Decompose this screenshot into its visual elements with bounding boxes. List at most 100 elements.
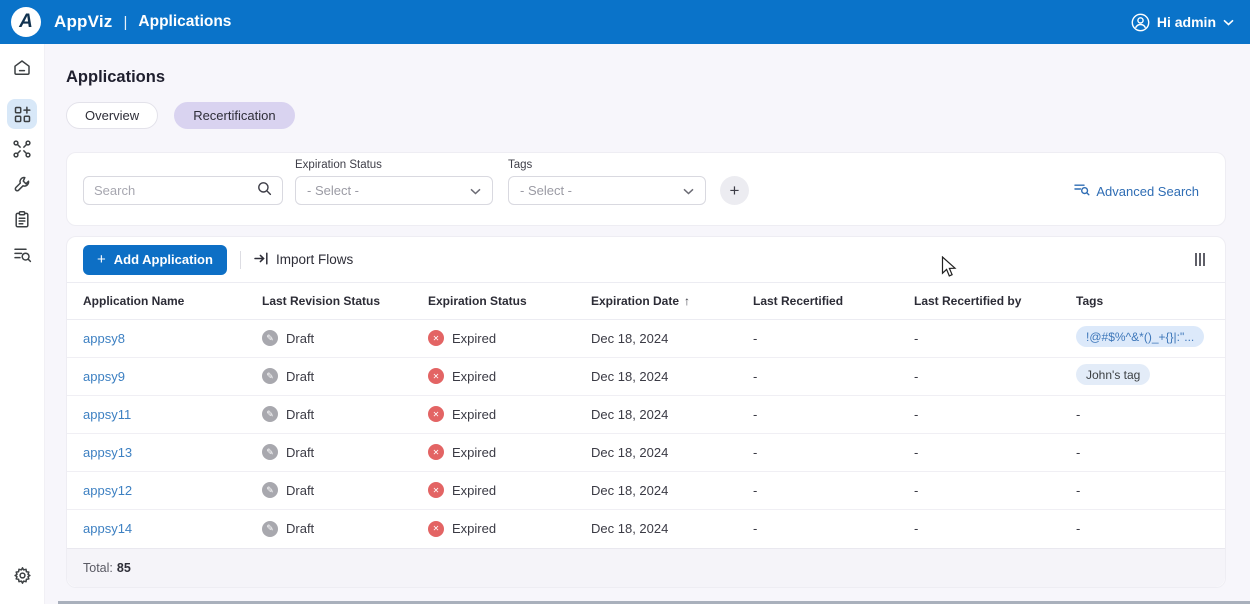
cell-expiration-status: ✕Expired — [428, 406, 591, 422]
expiration-status-select[interactable]: - Select - — [295, 176, 493, 205]
column-header-last-recertified-by[interactable]: Last Recertified by — [914, 294, 1076, 308]
sidebar-item-home[interactable] — [7, 53, 37, 83]
table-row: appsy12✎Draft✕ExpiredDec 18, 2024--- — [67, 472, 1225, 510]
cell-last-recertified: - — [753, 407, 914, 422]
cell-last-recertified-by: - — [914, 369, 1076, 384]
cell-application-name: appsy12 — [83, 483, 262, 498]
flows-network-icon — [12, 139, 32, 159]
add-filter-button[interactable]: + — [720, 176, 749, 205]
advanced-search-icon — [1074, 183, 1090, 199]
draft-pencil-icon: ✎ — [262, 444, 278, 460]
column-header-last-recertified[interactable]: Last Recertified — [753, 294, 914, 308]
column-header-last-revision-status[interactable]: Last Revision Status — [262, 294, 428, 308]
cell-expiration-status: ✕Expired — [428, 444, 591, 460]
draft-pencil-icon: ✎ — [262, 521, 278, 537]
search-input[interactable] — [94, 183, 257, 198]
cell-tags: !@#$%^&*()_+{}|:"... — [1076, 326, 1225, 350]
tab-recertification[interactable]: Recertification — [174, 102, 294, 129]
table-body: appsy8✎Draft✕ExpiredDec 18, 2024--!@#$%^… — [67, 320, 1225, 548]
expiration-status-filter-label: Expiration Status — [295, 159, 382, 171]
topbar-divider: | — [124, 14, 128, 31]
tab-overview[interactable]: Overview — [66, 102, 158, 129]
plus-icon: + — [97, 251, 106, 268]
expired-x-icon: ✕ — [428, 482, 444, 498]
expired-x-icon: ✕ — [428, 406, 444, 422]
total-value: 85 — [117, 561, 131, 575]
application-name-link[interactable]: appsy12 — [83, 483, 132, 498]
column-header-expiration-status[interactable]: Expiration Status — [428, 294, 591, 308]
tags-select[interactable]: - Select - — [508, 176, 706, 205]
expired-x-icon: ✕ — [428, 521, 444, 537]
cell-expiration-date: Dec 18, 2024 — [591, 521, 753, 536]
sidebar-item-reports[interactable] — [7, 204, 37, 234]
column-bar-icon — [1195, 253, 1197, 266]
add-application-button[interactable]: + Add Application — [83, 245, 227, 275]
application-name-link[interactable]: appsy11 — [83, 407, 131, 422]
expiration-status-select-value: - Select - — [307, 183, 359, 198]
tags-filter-label: Tags — [508, 159, 532, 171]
tab-bar: Overview Recertification — [66, 102, 295, 129]
cell-tags: John's tag — [1076, 364, 1225, 388]
table-footer: Total: 85 — [67, 548, 1225, 587]
search-box[interactable] — [83, 176, 283, 205]
sidebar-item-flows[interactable] — [7, 134, 37, 164]
tag-pill[interactable]: John's tag — [1076, 364, 1150, 385]
tag-pill[interactable]: !@#$%^&*()_+{}|:"... — [1076, 326, 1204, 347]
cell-last-revision-status: ✎Draft — [262, 330, 428, 346]
expiration-status-label: Expired — [452, 331, 496, 346]
expired-x-icon: ✕ — [428, 444, 444, 460]
sidebar-item-settings[interactable] — [7, 560, 37, 590]
sidebar-item-audit-search[interactable] — [7, 239, 37, 269]
sort-ascending-icon[interactable]: ↑ — [684, 294, 690, 308]
application-name-link[interactable]: appsy9 — [83, 369, 125, 384]
column-header-expiration-date[interactable]: Expiration Date ↑ — [591, 294, 753, 308]
application-name-link[interactable]: appsy14 — [83, 521, 132, 536]
cell-last-recertified-by: - — [914, 445, 1076, 460]
cell-last-revision-status: ✎ Draft — [262, 444, 428, 460]
user-menu[interactable]: Hi admin — [1131, 13, 1234, 32]
column-header-label: Last Revision Status — [262, 294, 380, 308]
column-settings-button[interactable] — [1191, 249, 1209, 270]
sidebar-item-tools[interactable] — [7, 169, 37, 199]
table-row: appsy9✎Draft✕ExpiredDec 18, 2024--John's… — [67, 358, 1225, 396]
cell-last-recertified-by: - — [914, 407, 1076, 422]
apps-grid-plus-icon — [13, 105, 32, 124]
import-flows-button[interactable]: Import Flows — [254, 252, 353, 268]
revision-status-label: Draft — [286, 445, 314, 460]
cell-application-name: appsy8 — [83, 331, 262, 346]
appviz-logo-icon[interactable]: A — [11, 7, 41, 37]
gear-icon — [13, 566, 32, 585]
column-header-tags[interactable]: Tags — [1076, 294, 1225, 308]
advanced-search-label: Advanced Search — [1096, 184, 1199, 199]
draft-pencil-icon: ✎ — [262, 482, 278, 498]
add-application-label: Add Application — [114, 252, 213, 267]
sidebar-item-applications[interactable] — [7, 99, 37, 129]
cell-tags: - — [1076, 483, 1225, 498]
expired-x-icon: ✕ — [428, 330, 444, 346]
search-icon[interactable] — [257, 181, 272, 201]
table-row: appsy11✎Draft✕ExpiredDec 18, 2024--- — [67, 396, 1225, 434]
cell-tags: - — [1076, 407, 1225, 422]
brand-name: AppViz — [54, 12, 113, 32]
cell-expiration-date: Dec 18, 2024 — [591, 407, 753, 422]
cell-tags: - — [1076, 521, 1225, 536]
table-toolbar: + Add Application Import Flows — [67, 237, 1225, 282]
topbar-page-title: Applications — [138, 13, 231, 31]
main-content: Applications Overview Recertification Ex… — [45, 44, 1250, 604]
cell-last-revision-status: ✎Draft — [262, 521, 428, 537]
list-search-icon — [13, 246, 32, 263]
column-header-application-name[interactable]: Application Name — [83, 294, 262, 308]
draft-pencil-icon: ✎ — [262, 406, 278, 422]
advanced-search-button[interactable]: Advanced Search — [1074, 183, 1199, 199]
column-header-label: Expiration Date — [591, 294, 679, 308]
cell-last-recertified-by: - — [914, 483, 1076, 498]
cell-expiration-date: Dec 18, 2024 — [591, 445, 753, 460]
application-name-link[interactable]: appsy8 — [83, 331, 125, 346]
cell-last-revision-status: ✎Draft — [262, 406, 428, 422]
total-label: Total: — [83, 561, 113, 575]
revision-status-label: Draft — [286, 483, 314, 498]
revision-status-label: Draft — [286, 369, 314, 384]
tags-select-value: - Select - — [520, 183, 572, 198]
draft-pencil-icon: ✎ — [262, 368, 278, 384]
application-name-link[interactable]: appsy13 — [83, 445, 132, 460]
